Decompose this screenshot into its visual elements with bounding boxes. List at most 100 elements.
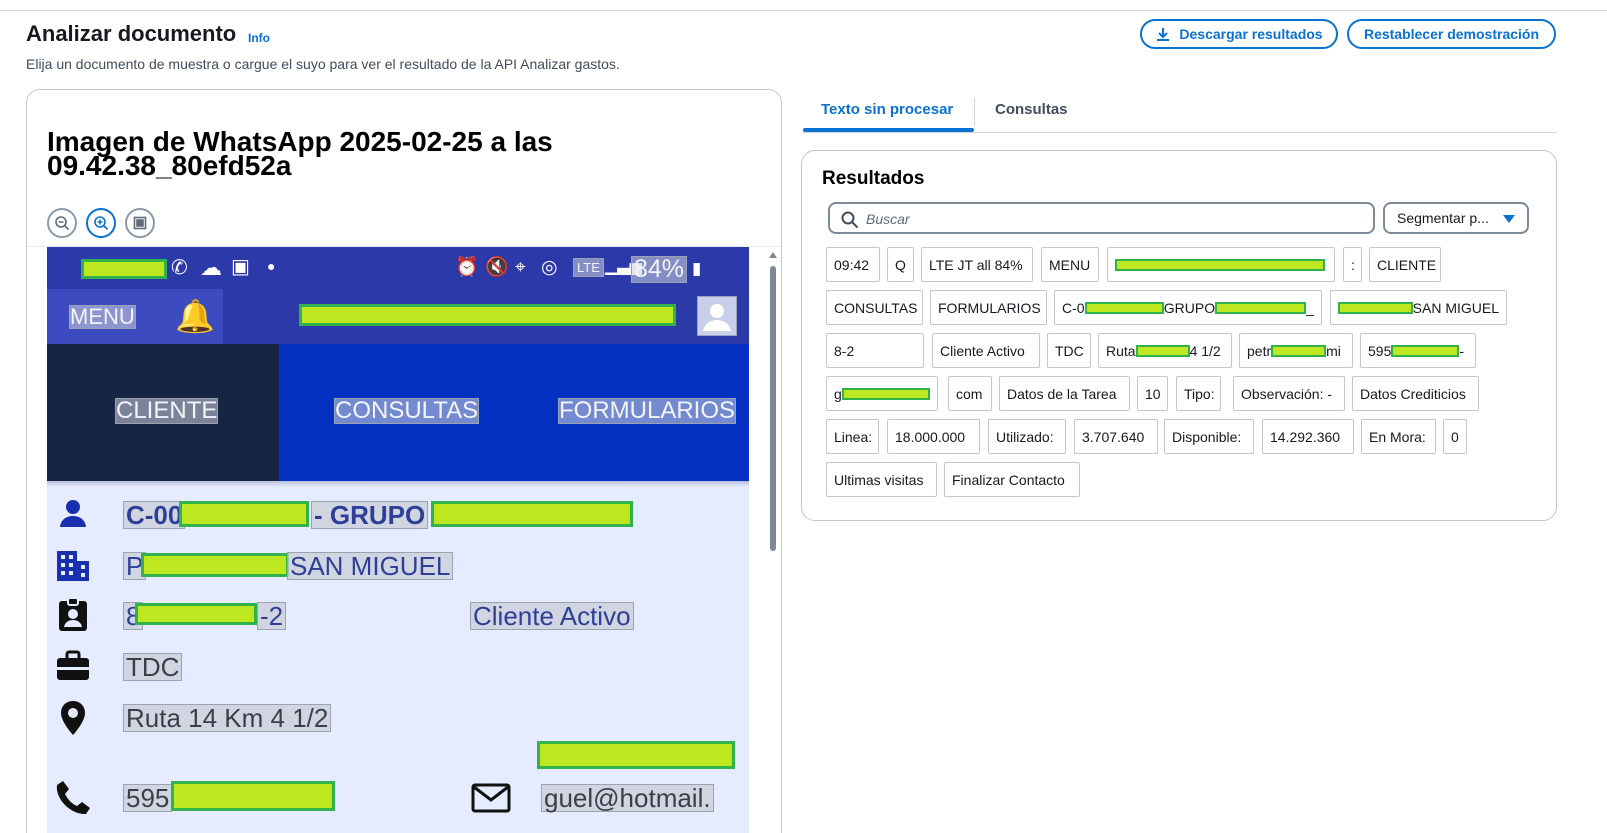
- result-chip-text: Linea:: [834, 428, 873, 445]
- result-chip[interactable]: g: [826, 376, 938, 411]
- scroll-up-icon[interactable]: [769, 252, 777, 258]
- results-title: Resultados: [822, 168, 925, 189]
- result-chip[interactable]: MENU: [1041, 247, 1099, 282]
- result-chip[interactable]: 3.707.640: [1074, 419, 1158, 454]
- result-chip[interactable]: FORMULARIOS: [930, 290, 1047, 325]
- result-chip[interactable]: 18.000.000: [887, 419, 980, 454]
- result-chip[interactable]: TDC: [1047, 333, 1091, 368]
- result-chip[interactable]: Disponible:: [1164, 419, 1254, 454]
- zoom-in-button[interactable]: [86, 208, 116, 238]
- cloud-icon: ☁: [200, 255, 222, 280]
- phone-prefix: 595: [123, 784, 173, 812]
- result-chip[interactable]: Ruta 4 1/2: [1098, 333, 1232, 368]
- phone-app-header: MENU 🔔: [47, 289, 749, 344]
- page-subtitle: Elija un documento de muestra o cargue e…: [26, 56, 620, 72]
- redaction-box: [1338, 301, 1413, 314]
- zoom-out-button[interactable]: [47, 208, 77, 238]
- mute-icon: 🔇: [485, 257, 509, 278]
- phone-status-bar: ✆ ☁ ▣ ● ⏰ 🔇 ⌖ ◎ LTE ▁▃▅ 84% ▮: [47, 247, 749, 289]
- zoom-in-icon: [94, 216, 109, 231]
- redaction-box: [179, 501, 309, 527]
- result-chip[interactable]: CLIENTE: [1369, 247, 1441, 282]
- phone-avatar: [697, 296, 737, 336]
- viewer-scrollbar[interactable]: [769, 252, 777, 833]
- result-chip-text: Finalizar Contacto: [952, 471, 1065, 488]
- location-icon: ⌖: [515, 257, 526, 278]
- search-input[interactable]: [866, 209, 1356, 229]
- result-chip[interactable]: LTE JT all 84%: [921, 247, 1033, 282]
- dot-icon: ●: [267, 258, 276, 274]
- image-icon: ▣: [231, 256, 250, 278]
- client-status-text: Cliente Activo: [470, 602, 634, 630]
- result-chip-text: Ultimas visitas: [834, 471, 924, 488]
- info-link[interactable]: Info: [248, 31, 270, 45]
- result-chip-text: SAN MIGUEL: [1412, 299, 1499, 316]
- phone-icon: [56, 781, 90, 815]
- result-chip[interactable]: Linea:: [826, 419, 879, 454]
- redaction-box: [537, 741, 735, 769]
- phone-menu-label: MENU: [69, 304, 136, 329]
- result-chip[interactable]: petr mi: [1239, 333, 1353, 368]
- result-chip[interactable]: Utilizado:: [988, 419, 1066, 454]
- segment-select[interactable]: Segmentar p...: [1383, 202, 1529, 234]
- active-tab-indicator: [803, 128, 974, 132]
- document-title: Imagen de WhatsApp 2025-02-25 a las 09.4…: [47, 126, 553, 181]
- result-chip[interactable]: Q: [887, 247, 914, 282]
- result-chip[interactable]: En Mora:: [1361, 419, 1436, 454]
- battery-percentage: 84%: [631, 256, 688, 283]
- result-chip[interactable]: 595 -: [1360, 333, 1476, 368]
- result-chip[interactable]: 10: [1137, 376, 1168, 411]
- result-chip[interactable]: CONSULTAS: [826, 290, 923, 325]
- result-chip[interactable]: :: [1343, 247, 1362, 282]
- result-chip-text: 18.000.000: [895, 428, 966, 445]
- scroll-thumb[interactable]: [770, 266, 776, 551]
- id-suffix: -2: [257, 602, 287, 630]
- result-chip[interactable]: Tipo:: [1176, 376, 1221, 411]
- search-field[interactable]: [828, 202, 1375, 234]
- zoom-out-icon: [55, 216, 70, 231]
- result-chip-text: com: [956, 385, 983, 402]
- result-chip[interactable]: [1107, 247, 1335, 282]
- result-chip-text: Tipo:: [1184, 385, 1215, 402]
- result-chip[interactable]: Datos de la Tarea: [999, 376, 1130, 411]
- result-chip[interactable]: Finalizar Contacto: [944, 462, 1080, 497]
- tab-divider: [974, 98, 975, 126]
- reset-demo-button[interactable]: Restablecer demostración: [1347, 19, 1556, 49]
- redaction-box: [299, 304, 676, 326]
- client-group-text: - GRUPO: [311, 501, 429, 529]
- redaction-box: [81, 259, 167, 279]
- result-chip[interactable]: Ultimas visitas: [826, 462, 937, 497]
- result-chip[interactable]: 8 -2: [826, 333, 924, 368]
- fit-screen-icon: [133, 216, 147, 230]
- email-suffix: guel@hotmail.: [541, 784, 714, 812]
- phone-menu-area: MENU 🔔: [47, 289, 223, 344]
- tab-raw-text[interactable]: Texto sin procesar: [821, 101, 953, 131]
- page-title: Analizar documento: [26, 21, 237, 46]
- result-chip-text: mi: [1326, 342, 1341, 359]
- redaction-box: [1271, 344, 1327, 357]
- result-chip[interactable]: Cliente Activo: [932, 333, 1040, 368]
- result-chip[interactable]: 09:42: [826, 247, 880, 282]
- result-chip-text: C-0: [1062, 299, 1085, 316]
- document-image-viewer[interactable]: ✆ ☁ ▣ ● ⏰ 🔇 ⌖ ◎ LTE ▁▃▅ 84% ▮ MENU 🔔 CLI…: [47, 247, 749, 833]
- redaction-box: [135, 603, 257, 625]
- download-results-button[interactable]: Descargar resultados: [1140, 19, 1338, 49]
- tabs-baseline: [803, 132, 1557, 133]
- result-chip[interactable]: 0: [1443, 419, 1467, 454]
- battery-icon: ▮: [692, 259, 702, 278]
- result-chip[interactable]: C-0 GRUPO _: [1054, 290, 1322, 325]
- whatsapp-icon: ✆: [171, 257, 188, 279]
- result-chip[interactable]: SAN MIGUEL: [1330, 290, 1507, 325]
- fit-to-screen-button[interactable]: [125, 208, 155, 238]
- result-chip[interactable]: Observación: -: [1233, 376, 1345, 411]
- result-chip[interactable]: 14.292.360: [1262, 419, 1354, 454]
- result-chip[interactable]: com: [948, 376, 992, 411]
- id-badge-icon: [59, 597, 87, 631]
- tab-queries[interactable]: Consultas: [995, 101, 1068, 131]
- result-chip-text: MENU: [1049, 256, 1091, 273]
- result-chip-text: 8: [834, 342, 842, 359]
- result-chip-text: En Mora:: [1369, 428, 1426, 445]
- result-chip-text: Datos Crediticios: [1360, 385, 1466, 402]
- result-chip[interactable]: Datos Crediticios: [1352, 376, 1479, 411]
- reset-demo-label: Restablecer demostración: [1363, 26, 1540, 42]
